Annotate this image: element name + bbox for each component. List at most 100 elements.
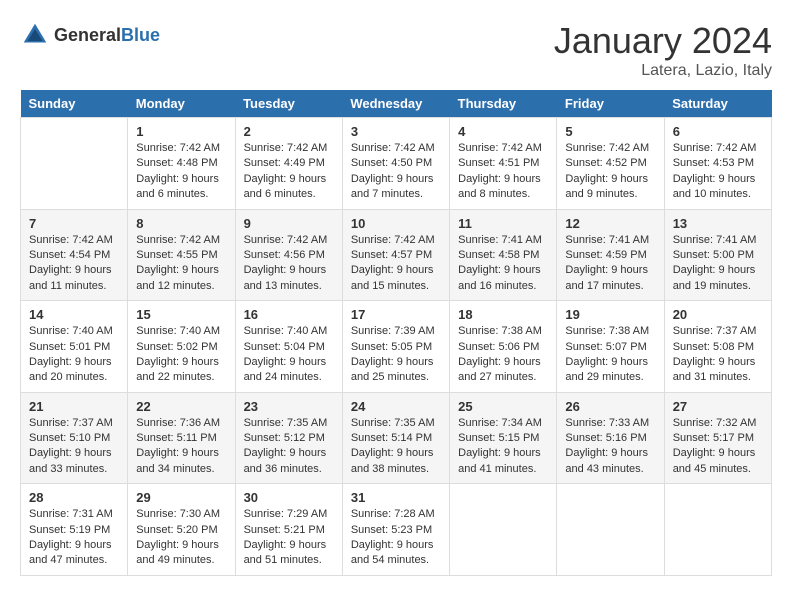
- calendar-cell: 22Sunrise: 7:36 AMSunset: 5:11 PMDayligh…: [128, 392, 235, 484]
- calendar-cell: 24 Sunrise: 7:35 AMSunset: 5:14 PMDayligh…: [342, 392, 449, 484]
- day-content: Sunrise: 7:42 AMSunset: 4:53 PMDaylight:…: [673, 141, 763, 203]
- day-content: Sunrise: 7:40 AMSunset: 5:04 PMDaylight:…: [244, 324, 334, 386]
- title-block: January 2024 Latera, Lazio, Italy: [554, 20, 772, 80]
- calendar-cell: [557, 484, 664, 576]
- calendar-cell: 8 Sunrise: 7:42 AMSunset: 4:55 PMDaylight…: [128, 209, 235, 301]
- col-header-saturday: Saturday: [664, 90, 771, 118]
- day-content: Sunrise: 7:28 AMSunset: 5:23 PMDaylight:…: [351, 507, 441, 569]
- logo-general-text: General: [54, 25, 121, 45]
- day-content: Sunrise: 7:35 AMSunset: 5:12 PMDaylight:…: [244, 416, 334, 478]
- day-number: 30: [244, 490, 334, 505]
- calendar-cell: 15 Sunrise: 7:40 AMSunset: 5:02 PMDayligh…: [128, 301, 235, 393]
- calendar-cell: 2Sunrise: 7:42 AMSunset: 4:49 PMDaylight…: [235, 118, 342, 210]
- day-number: 16: [244, 307, 334, 322]
- day-number: 26: [565, 399, 655, 414]
- calendar-cell: 13 Sunrise: 7:41 AMSunset: 5:00 PMDayligh…: [664, 209, 771, 301]
- day-number: 21: [29, 399, 119, 414]
- col-header-wednesday: Wednesday: [342, 90, 449, 118]
- day-number: 11: [458, 216, 548, 231]
- calendar-cell: [664, 484, 771, 576]
- day-number: 29: [136, 490, 226, 505]
- calendar-cell: 30 Sunrise: 7:29 AMSunset: 5:21 PMDayligh…: [235, 484, 342, 576]
- day-content: Sunrise: 7:37 AMSunset: 5:08 PMDaylight:…: [673, 324, 763, 386]
- day-content: Sunrise: 7:42 AMSunset: 4:49 PMDaylight:…: [244, 141, 334, 203]
- day-number: 10: [351, 216, 441, 231]
- calendar-table: SundayMondayTuesdayWednesdayThursdayFrid…: [20, 90, 772, 576]
- day-content: Sunrise: 7:42 AMSunset: 4:55 PMDaylight:…: [136, 233, 226, 295]
- day-number: 14: [29, 307, 119, 322]
- month-title: January 2024: [554, 20, 772, 62]
- day-number: 12: [565, 216, 655, 231]
- day-content: Sunrise: 7:42 AMSunset: 4:57 PMDaylight:…: [351, 233, 441, 295]
- day-content: Sunrise: 7:42 AMSunset: 4:54 PMDaylight:…: [29, 233, 119, 295]
- calendar-cell: 5 Sunrise: 7:42 AMSunset: 4:52 PMDaylight…: [557, 118, 664, 210]
- calendar-cell: 10 Sunrise: 7:42 AMSunset: 4:57 PMDayligh…: [342, 209, 449, 301]
- calendar-cell: 29 Sunrise: 7:30 AMSunset: 5:20 PMDayligh…: [128, 484, 235, 576]
- calendar-cell: 9 Sunrise: 7:42 AMSunset: 4:56 PMDaylight…: [235, 209, 342, 301]
- col-header-friday: Friday: [557, 90, 664, 118]
- day-number: 8: [136, 216, 226, 231]
- logo-blue-text: Blue: [121, 25, 160, 45]
- day-number: 31: [351, 490, 441, 505]
- day-number: 9: [244, 216, 334, 231]
- day-number: 18: [458, 307, 548, 322]
- calendar-week-row: 14 Sunrise: 7:40 AMSunset: 5:01 PMDayligh…: [21, 301, 772, 393]
- day-content: Sunrise: 7:34 AMSunset: 5:15 PMDaylight:…: [458, 416, 548, 478]
- day-content: Sunrise: 7:35 AMSunset: 5:14 PMDaylight:…: [351, 416, 441, 478]
- day-number: 19: [565, 307, 655, 322]
- calendar-cell: 20Sunrise: 7:37 AMSunset: 5:08 PMDayligh…: [664, 301, 771, 393]
- day-number: 17: [351, 307, 441, 322]
- calendar-cell: 25 Sunrise: 7:34 AMSunset: 5:15 PMDayligh…: [450, 392, 557, 484]
- calendar-cell: 11 Sunrise: 7:41 AMSunset: 4:58 PMDayligh…: [450, 209, 557, 301]
- logo: GeneralBlue: [20, 20, 160, 50]
- calendar-week-row: 7 Sunrise: 7:42 AMSunset: 4:54 PMDaylight…: [21, 209, 772, 301]
- day-number: 7: [29, 216, 119, 231]
- day-content: Sunrise: 7:42 AMSunset: 4:48 PMDaylight:…: [136, 141, 226, 203]
- day-number: 3: [351, 124, 441, 139]
- calendar-cell: 19Sunrise: 7:38 AMSunset: 5:07 PMDayligh…: [557, 301, 664, 393]
- calendar-cell: 31 Sunrise: 7:28 AMSunset: 5:23 PMDayligh…: [342, 484, 449, 576]
- col-header-tuesday: Tuesday: [235, 90, 342, 118]
- day-content: Sunrise: 7:38 AMSunset: 5:06 PMDaylight:…: [458, 324, 548, 386]
- day-content: Sunrise: 7:40 AMSunset: 5:02 PMDaylight:…: [136, 324, 226, 386]
- calendar-cell: 1 Sunrise: 7:42 AMSunset: 4:48 PMDaylight…: [128, 118, 235, 210]
- day-number: 24: [351, 399, 441, 414]
- calendar-week-row: 1 Sunrise: 7:42 AMSunset: 4:48 PMDaylight…: [21, 118, 772, 210]
- logo-icon: [20, 20, 50, 50]
- calendar-cell: 27 Sunrise: 7:32 AMSunset: 5:17 PMDayligh…: [664, 392, 771, 484]
- calendar-header-row: SundayMondayTuesdayWednesdayThursdayFrid…: [21, 90, 772, 118]
- day-content: Sunrise: 7:42 AMSunset: 4:52 PMDaylight:…: [565, 141, 655, 203]
- day-content: Sunrise: 7:36 AMSunset: 5:11 PMDaylight:…: [136, 416, 226, 478]
- calendar-cell: 26 Sunrise: 7:33 AMSunset: 5:16 PMDayligh…: [557, 392, 664, 484]
- calendar-cell: 12Sunrise: 7:41 AMSunset: 4:59 PMDayligh…: [557, 209, 664, 301]
- calendar-cell: 3 Sunrise: 7:42 AMSunset: 4:50 PMDaylight…: [342, 118, 449, 210]
- day-content: Sunrise: 7:42 AMSunset: 4:50 PMDaylight:…: [351, 141, 441, 203]
- calendar-week-row: 21Sunrise: 7:37 AMSunset: 5:10 PMDayligh…: [21, 392, 772, 484]
- day-content: Sunrise: 7:29 AMSunset: 5:21 PMDaylight:…: [244, 507, 334, 569]
- day-number: 4: [458, 124, 548, 139]
- day-content: Sunrise: 7:42 AMSunset: 4:56 PMDaylight:…: [244, 233, 334, 295]
- day-content: Sunrise: 7:41 AMSunset: 4:58 PMDaylight:…: [458, 233, 548, 295]
- day-number: 25: [458, 399, 548, 414]
- day-content: Sunrise: 7:33 AMSunset: 5:16 PMDaylight:…: [565, 416, 655, 478]
- day-content: Sunrise: 7:41 AMSunset: 5:00 PMDaylight:…: [673, 233, 763, 295]
- calendar-cell: 14 Sunrise: 7:40 AMSunset: 5:01 PMDayligh…: [21, 301, 128, 393]
- day-number: 5: [565, 124, 655, 139]
- day-content: Sunrise: 7:32 AMSunset: 5:17 PMDaylight:…: [673, 416, 763, 478]
- day-content: Sunrise: 7:40 AMSunset: 5:01 PMDaylight:…: [29, 324, 119, 386]
- day-number: 13: [673, 216, 763, 231]
- calendar-cell: 21Sunrise: 7:37 AMSunset: 5:10 PMDayligh…: [21, 392, 128, 484]
- page-header: GeneralBlue January 2024 Latera, Lazio, …: [20, 20, 772, 80]
- day-content: Sunrise: 7:30 AMSunset: 5:20 PMDaylight:…: [136, 507, 226, 569]
- calendar-cell: [450, 484, 557, 576]
- day-number: 23: [244, 399, 334, 414]
- location-title: Latera, Lazio, Italy: [554, 62, 772, 80]
- calendar-cell: 16 Sunrise: 7:40 AMSunset: 5:04 PMDayligh…: [235, 301, 342, 393]
- calendar-cell: 6Sunrise: 7:42 AMSunset: 4:53 PMDaylight…: [664, 118, 771, 210]
- calendar-cell: 4 Sunrise: 7:42 AMSunset: 4:51 PMDaylight…: [450, 118, 557, 210]
- day-content: Sunrise: 7:42 AMSunset: 4:51 PMDaylight:…: [458, 141, 548, 203]
- day-number: 15: [136, 307, 226, 322]
- day-number: 27: [673, 399, 763, 414]
- day-number: 1: [136, 124, 226, 139]
- calendar-cell: 17Sunrise: 7:39 AMSunset: 5:05 PMDayligh…: [342, 301, 449, 393]
